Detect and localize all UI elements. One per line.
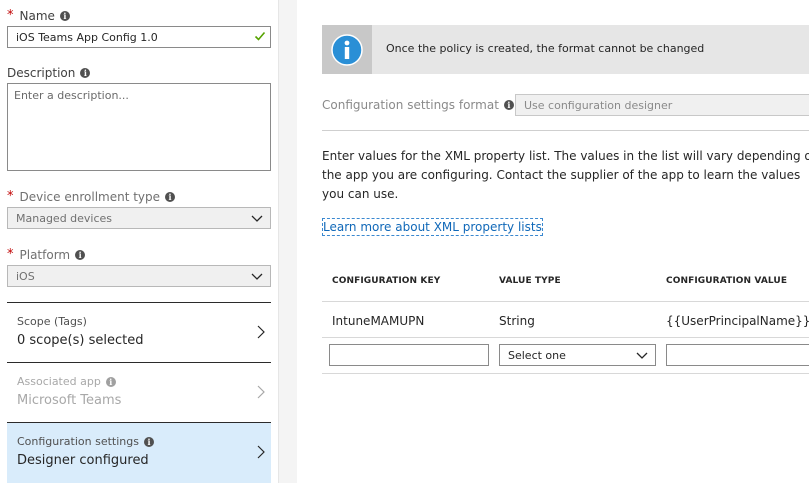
column-header-key: CONFIGURATION KEY: [332, 276, 441, 286]
column-header-type: VALUE TYPE: [499, 276, 561, 286]
device-enrollment-type-label: * Device enrollment type i: [7, 189, 176, 204]
name-label-text: Name: [19, 8, 55, 23]
info-circle-icon: [331, 33, 363, 66]
chevron-down-icon: [251, 215, 263, 222]
info-icon[interactable]: i: [75, 249, 86, 260]
device-enrollment-type-label-text: Device enrollment type: [19, 189, 161, 204]
platform-select[interactable]: iOS: [7, 265, 271, 287]
chevron-down-icon: [251, 273, 263, 280]
format-label-text: Configuration settings format: [322, 98, 499, 112]
configuration-settings-value: Designer configured: [17, 453, 149, 468]
chevron-right-icon: [257, 325, 265, 339]
info-icon[interactable]: i: [143, 436, 154, 447]
banner-icon-box: [322, 25, 372, 74]
platform-label: * Platform i: [7, 247, 86, 262]
associated-app-title-text: Associated app: [17, 375, 101, 388]
format-label: Configuration settings format i: [322, 98, 514, 112]
description-placeholder: Enter a description...: [14, 89, 129, 102]
chevron-right-icon: [257, 385, 265, 399]
required-marker: *: [7, 247, 14, 262]
table-row-divider: [322, 301, 809, 302]
info-icon[interactable]: i: [59, 10, 70, 21]
column-header-value: CONFIGURATION VALUE: [666, 276, 788, 286]
scope-tags-value: 0 scope(s) selected: [17, 333, 144, 348]
table-row-divider: [322, 373, 809, 374]
info-icon[interactable]: i: [165, 191, 176, 202]
associated-app-item: Associated app i Microsoft Teams: [7, 362, 271, 422]
xml-description: Enter values for the XML property list. …: [322, 149, 809, 201]
row-type: String: [499, 314, 535, 328]
new-type-select[interactable]: Select one: [499, 344, 656, 366]
policy-settings-panel: * Name i iOS Teams App Config 1.0 Descri…: [0, 0, 278, 483]
info-banner: Once the policy is created, the format c…: [322, 25, 809, 74]
checkmark-icon: [254, 31, 266, 41]
new-type-placeholder: Select one: [508, 348, 566, 362]
name-input[interactable]: iOS Teams App Config 1.0: [7, 26, 271, 48]
divider: [322, 130, 809, 131]
info-icon[interactable]: i: [105, 376, 116, 387]
platform-value: iOS: [16, 269, 35, 283]
banner-text: Once the policy is created, the format c…: [386, 42, 705, 55]
configuration-settings-title: Configuration settings i: [17, 435, 261, 448]
panel-separator: [278, 0, 297, 483]
description-label-text: Description: [7, 66, 76, 80]
name-input-value: iOS Teams App Config 1.0: [16, 30, 158, 44]
required-marker: *: [7, 189, 14, 204]
associated-app-value: Microsoft Teams: [17, 393, 122, 408]
description-label: Description i: [7, 66, 91, 80]
chevron-down-icon: [636, 352, 648, 359]
new-value-input[interactable]: [666, 344, 809, 366]
row-key: IntuneMAMUPN: [332, 314, 425, 328]
learn-more-link[interactable]: Learn more about XML property lists: [322, 218, 543, 236]
scope-tags-item[interactable]: Scope (Tags) 0 scope(s) selected: [7, 302, 271, 362]
format-select-value: Use configuration designer: [524, 98, 673, 112]
name-label: * Name i: [7, 8, 70, 23]
row-value: {{UserPrincipalName}}: [666, 314, 809, 328]
info-icon[interactable]: i: [503, 100, 514, 110]
table-row-divider: [322, 337, 809, 338]
required-marker: *: [7, 8, 14, 23]
description-textarea[interactable]: Enter a description...: [7, 83, 271, 171]
device-enrollment-type-select[interactable]: Managed devices: [7, 207, 271, 229]
configuration-settings-title-text: Configuration settings: [17, 435, 139, 448]
scope-tags-title: Scope (Tags): [17, 315, 87, 328]
chevron-right-icon: [257, 445, 265, 459]
new-key-input[interactable]: [329, 344, 489, 366]
platform-label-text: Platform: [19, 247, 71, 262]
associated-app-title: Associated app i: [17, 375, 261, 388]
format-select[interactable]: Use configuration designer: [515, 94, 809, 116]
info-icon[interactable]: i: [80, 68, 91, 78]
device-enrollment-type-value: Managed devices: [16, 211, 113, 225]
configuration-settings-item[interactable]: Configuration settings i Designer config…: [7, 422, 271, 483]
configuration-settings-panel: Once the policy is created, the format c…: [297, 0, 809, 483]
